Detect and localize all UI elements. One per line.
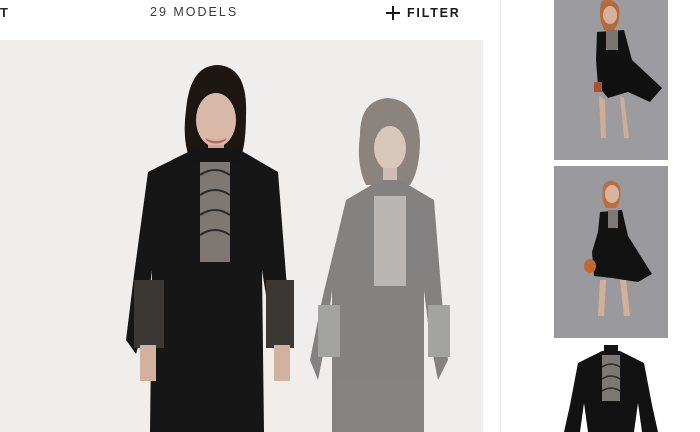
main-model <box>126 65 294 432</box>
faded-model <box>310 98 450 432</box>
back-link-fragment[interactable]: T <box>0 5 9 20</box>
thumbnail-1[interactable] <box>554 0 668 160</box>
main-product-image[interactable] <box>0 40 483 432</box>
thumbnail-3-illustration <box>554 345 668 432</box>
thumbnail-3[interactable] <box>554 345 668 432</box>
hero-illustration <box>126 65 450 432</box>
filter-label: FILTER <box>407 6 461 20</box>
column-divider <box>500 0 501 432</box>
filter-button[interactable]: FILTER <box>386 3 461 23</box>
thumbnail-2[interactable] <box>554 166 668 338</box>
plus-icon <box>386 6 400 20</box>
models-count: 29 MODELS <box>150 5 239 19</box>
top-bar: T 29 MODELS FILTER <box>0 0 500 40</box>
thumbnail-2-illustration <box>554 166 668 338</box>
thumbnail-1-illustration <box>554 0 668 160</box>
